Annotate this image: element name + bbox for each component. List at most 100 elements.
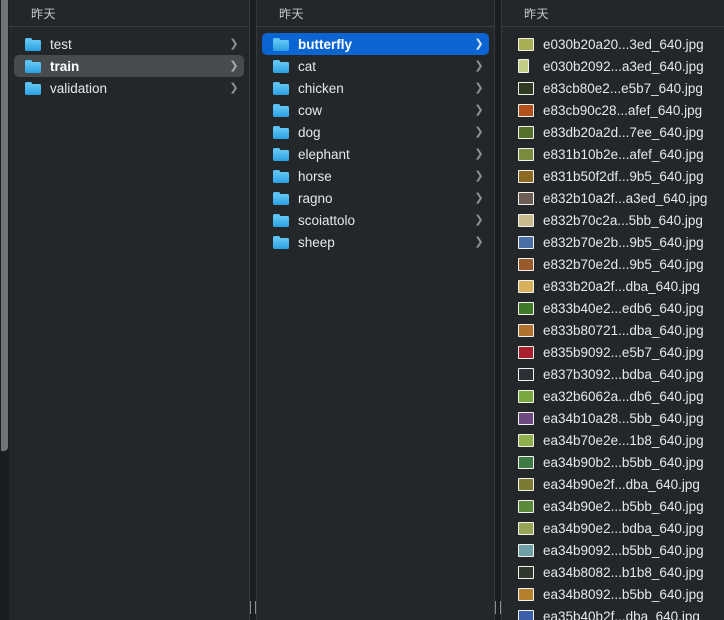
folder-row[interactable]: ragno❯ [262,187,489,209]
file-row[interactable]: ea34b8082...b1b8_640.jpg [507,561,724,583]
folder-name: sheep [298,235,472,250]
file-name: ea34b8082...b1b8_640.jpg [543,565,724,580]
image-thumbnail-icon [518,478,534,491]
thumbnail-preview [519,435,533,446]
file-row[interactable]: e832b70e2d...9b5_640.jpg [507,253,724,275]
folder-row[interactable]: chicken❯ [262,77,489,99]
file-row[interactable]: e83db20a2d...7ee_640.jpg [507,121,724,143]
thumbnail-preview [519,611,533,620]
thumbnail-preview [519,303,533,314]
file-name: e835b9092...e5b7_640.jpg [543,345,724,360]
file-row[interactable]: e837b3092...bdba_640.jpg [507,363,724,385]
thumbnail-preview [519,567,533,578]
file-row[interactable]: ea34b10a28...5bb_640.jpg [507,407,724,429]
file-name: e83db20a2d...7ee_640.jpg [543,125,724,140]
file-row[interactable]: ea34b90e2...b5bb_640.jpg [507,495,724,517]
column-divider-2[interactable] [494,0,502,620]
folder-row[interactable]: horse❯ [262,165,489,187]
file-row[interactable]: e832b70e2b...9b5_640.jpg [507,231,724,253]
thumbnail-preview [519,413,533,424]
file-row[interactable]: ea34b9092...b5bb_640.jpg [507,539,724,561]
folder-name: chicken [298,81,472,96]
folder-row[interactable]: dog❯ [262,121,489,143]
column-1-header: 昨天 [9,0,249,27]
thumbnail-preview [519,479,533,490]
file-row[interactable]: e831b10b2e...afef_640.jpg [507,143,724,165]
folder-row[interactable]: train❯ [14,55,244,77]
folder-icon [273,38,289,51]
file-row[interactable]: e83cb90c28...afef_640.jpg [507,99,724,121]
column-1-header-label: 昨天 [31,5,56,22]
image-thumbnail-icon [518,368,534,381]
file-row[interactable]: e030b20a20...3ed_640.jpg [507,33,724,55]
folder-name: cat [298,59,472,74]
column-1-list[interactable]: test❯train❯validation❯ [9,27,249,620]
folder-row[interactable]: sheep❯ [262,231,489,253]
image-thumbnail-icon [518,38,534,51]
folder-icon [273,192,289,205]
column-resize-grip-1[interactable] [250,601,256,614]
file-name: e832b70e2b...9b5_640.jpg [543,235,724,250]
folder-row[interactable]: validation❯ [14,77,244,99]
folder-row[interactable]: cat❯ [262,55,489,77]
image-thumbnail-icon [518,522,534,535]
file-row[interactable]: e832b70c2a...5bb_640.jpg [507,209,724,231]
thumbnail-preview [519,347,533,358]
image-thumbnail-icon [518,610,534,620]
image-thumbnail-icon [518,148,534,161]
file-name: ea34b90b2...b5bb_640.jpg [543,455,724,470]
folder-row[interactable]: cow❯ [262,99,489,121]
folder-icon [273,104,289,117]
column-2-header-label: 昨天 [279,5,304,22]
folder-row[interactable]: test❯ [14,33,244,55]
thumbnail-preview [519,149,533,160]
file-row[interactable]: e833b20a2f...dba_640.jpg [507,275,724,297]
folder-row[interactable]: scoiattolo❯ [262,209,489,231]
folder-name: dog [298,125,472,140]
column-resize-grip-2[interactable] [495,601,501,614]
file-row[interactable]: ea34b70e2e...1b8_640.jpg [507,429,724,451]
finder-column-2: 昨天 butterfly❯cat❯chicken❯cow❯dog❯elephan… [257,0,494,620]
file-row[interactable]: e030b2092...a3ed_640.jpg [507,55,724,77]
file-row[interactable]: e832b10a2f...a3ed_640.jpg [507,187,724,209]
file-row[interactable]: ea34b90b2...b5bb_640.jpg [507,451,724,473]
folder-icon [273,82,289,95]
folder-row[interactable]: butterfly❯ [262,33,489,55]
window-vertical-scrollbar[interactable] [0,0,9,620]
folder-icon [25,82,41,95]
file-row[interactable]: e833b40e2...edb6_640.jpg [507,297,724,319]
file-row[interactable]: e831b50f2df...9b5_640.jpg [507,165,724,187]
column-divider-1[interactable] [249,0,257,620]
chevron-right-icon: ❯ [472,61,486,72]
folder-icon [273,236,289,249]
file-row[interactable]: ea34b90e2...bdba_640.jpg [507,517,724,539]
file-row[interactable]: ea34b90e2f...dba_640.jpg [507,473,724,495]
column-2-list[interactable]: butterfly❯cat❯chicken❯cow❯dog❯elephant❯h… [257,27,494,620]
finder-column-3: 昨天 e030b20a20...3ed_640.jpge030b2092...a… [502,0,724,620]
image-thumbnail-icon [518,126,534,139]
image-thumbnail-icon [518,566,534,579]
file-row[interactable]: e833b80721...dba_640.jpg [507,319,724,341]
thumbnail-preview [519,83,533,94]
image-thumbnail-icon [518,434,534,447]
file-row[interactable]: ea34b8092...b5bb_640.jpg [507,583,724,605]
image-thumbnail-icon [518,258,534,271]
folder-icon [273,214,289,227]
file-row[interactable]: e835b9092...e5b7_640.jpg [507,341,724,363]
scrollbar-thumb[interactable] [1,0,8,451]
folder-row[interactable]: elephant❯ [262,143,489,165]
column-2-header: 昨天 [257,0,494,27]
folder-name: horse [298,169,472,184]
file-row[interactable]: e83cb80e2...e5b7_640.jpg [507,77,724,99]
file-row[interactable]: ea32b6062a...db6_640.jpg [507,385,724,407]
chevron-right-icon: ❯ [227,61,241,72]
thumbnail-preview [519,60,528,72]
image-thumbnail-icon [518,346,534,359]
thumbnail-preview [519,281,533,292]
column-3-list[interactable]: e030b20a20...3ed_640.jpge030b2092...a3ed… [502,27,724,620]
file-name: e837b3092...bdba_640.jpg [543,367,724,382]
thumbnail-preview [519,523,533,534]
file-row[interactable]: ea35b40b2f...dba_640.jpg [507,605,724,620]
file-name: ea34b9092...b5bb_640.jpg [543,543,724,558]
folder-icon [273,60,289,73]
